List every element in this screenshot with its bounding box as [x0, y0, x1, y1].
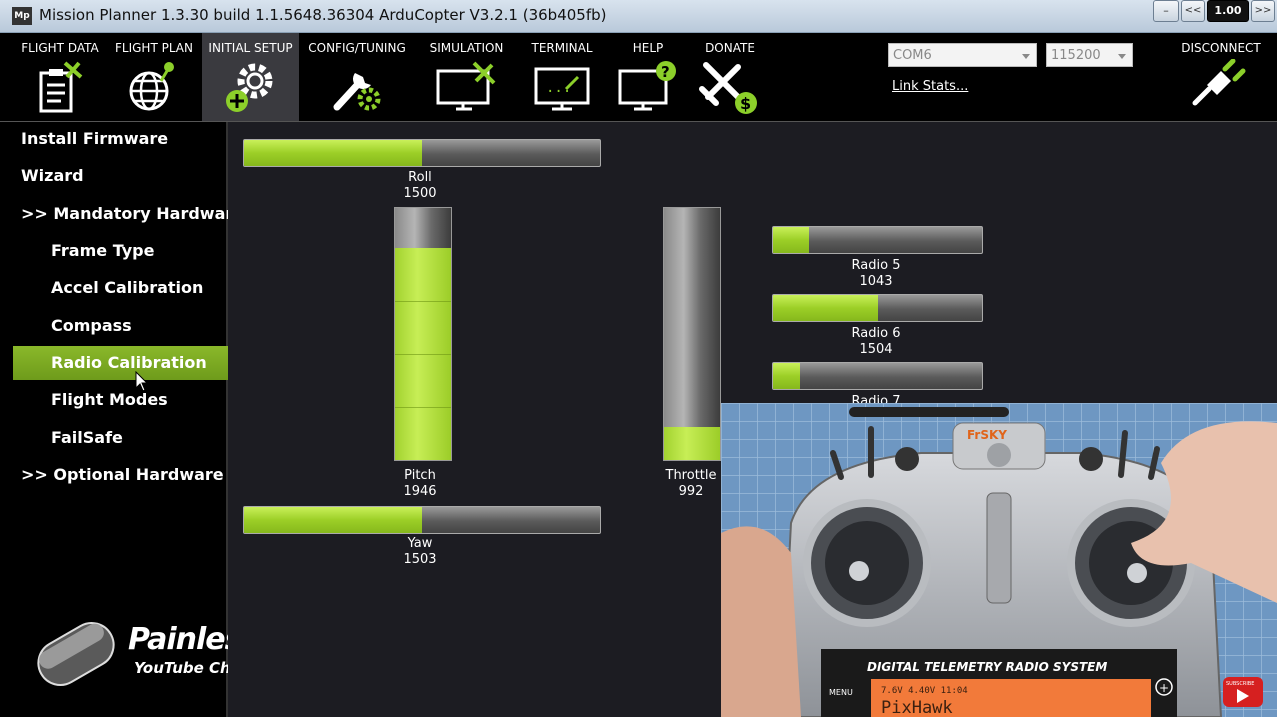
tab-help[interactable]: HELP ?: [608, 33, 688, 121]
transmitter-screen-status: 7.6V 4.40V 11:04: [881, 686, 968, 696]
svg-text:$: $: [740, 94, 751, 113]
monitor-help-icon: ?: [618, 61, 676, 111]
roll-value: 1500: [403, 186, 437, 201]
tab-flight-data[interactable]: FLIGHT DATA: [14, 33, 106, 121]
tab-simulation[interactable]: SIMULATION: [419, 33, 514, 121]
sidebar-item-mandatory-hardware[interactable]: >> Mandatory Hardware: [0, 197, 244, 231]
pitch-value: 1946: [403, 484, 437, 499]
radio6-value: 1504: [859, 342, 893, 357]
pitch-caption: Pitch 1946: [360, 468, 480, 500]
disconnect-label: DISCONNECT: [1181, 41, 1261, 55]
transmitter-video-overlay: FrSKY DIGITAL TELEMETRY RADIO SYSTEM MEN…: [721, 403, 1277, 717]
yaw-bar-fill: [244, 507, 422, 533]
minimize-button[interactable]: –: [1153, 0, 1179, 22]
gear-plus-icon: [225, 63, 272, 112]
window-controls: – << 1.00 >>: [1153, 0, 1275, 24]
chevron-down-icon: [1118, 54, 1126, 59]
chevron-down-icon: [1022, 54, 1030, 59]
plug-icon: [1192, 58, 1246, 106]
transmitter-photo: FrSKY DIGITAL TELEMETRY RADIO SYSTEM MEN…: [721, 403, 1277, 717]
disconnect-button[interactable]: DISCONNECT: [1176, 33, 1266, 112]
tab-simulation-label: SIMULATION: [429, 41, 504, 55]
com-port-value: COM6: [893, 48, 932, 63]
transmitter-screen-model: PixHawk: [881, 698, 953, 717]
roll-caption: Roll 1500: [360, 170, 480, 202]
tab-flight-plan-label: FLIGHT PLAN: [115, 41, 193, 55]
tab-terminal[interactable]: TERMINAL ...: [522, 33, 602, 121]
com-port-select[interactable]: COM6: [888, 43, 1037, 67]
radio5-bar-fill: [773, 227, 809, 253]
pitch-bar: [394, 207, 452, 461]
title-bar: Mp Mission Planner 1.3.30 build 1.1.5648…: [0, 0, 1277, 33]
roll-bar: [243, 139, 601, 167]
radio5-bar: [772, 226, 983, 254]
tab-flight-data-label: FLIGHT DATA: [21, 41, 99, 55]
tab-flight-plan[interactable]: FLIGHT PLAN: [108, 33, 200, 121]
radio5-label: Radio 5: [851, 258, 901, 273]
plane-dollar-icon: $: [699, 62, 757, 114]
clipboard-plane-icon: [39, 61, 83, 113]
svg-text:+: +: [1159, 681, 1169, 695]
tab-config-tuning[interactable]: CONFIG/TUNING: [303, 33, 411, 121]
mission-planner-app-icon: Mp: [12, 7, 32, 25]
tab-help-label: HELP: [632, 41, 664, 55]
tab-config-tuning-label: CONFIG/TUNING: [308, 41, 406, 55]
yaw-bar: [243, 506, 601, 534]
throttle-bar: [663, 207, 721, 461]
tab-initial-setup[interactable]: INITIAL SETUP: [202, 33, 299, 121]
tab-donate-label: DONATE: [705, 41, 755, 55]
link-stats-link[interactable]: Link Stats...: [892, 79, 968, 94]
monitor-terminal-icon: ...: [534, 67, 590, 111]
throttle-bar-fill: [664, 427, 720, 460]
yaw-label: Yaw: [407, 536, 433, 551]
painless360-logo: [37, 622, 115, 686]
baud-rate-select[interactable]: 115200: [1046, 43, 1133, 67]
monitor-plane-icon: [436, 61, 495, 111]
pitch-bar-fill: [395, 248, 451, 460]
globe-pin-icon: [129, 62, 174, 111]
radio5-value: 1043: [859, 274, 893, 289]
window-title: Mission Planner 1.3.30 build 1.1.5648.36…: [39, 6, 607, 24]
svg-text:?: ?: [661, 63, 670, 81]
radio6-bar-fill: [773, 295, 878, 321]
transmitter-menu-label: MENU: [829, 688, 853, 697]
baud-rate-value: 115200: [1051, 48, 1101, 63]
subscribe-label: SUBSCRIBE: [1226, 681, 1254, 687]
tab-terminal-label: TERMINAL: [531, 41, 593, 55]
tab-donate[interactable]: DONATE $: [692, 33, 768, 121]
wrench-gear-icon: [333, 73, 381, 111]
sidebar-item-install-firmware[interactable]: Install Firmware: [0, 122, 226, 156]
mouse-cursor-icon: [135, 371, 149, 392]
radio6-bar: [772, 294, 983, 322]
yaw-caption: Yaw 1503: [360, 536, 480, 568]
radio7-bar-fill: [773, 363, 801, 389]
transmitter-brand: FrSKY: [967, 428, 1007, 442]
yaw-value: 1503: [403, 552, 437, 567]
sidebar-item-wizard[interactable]: Wizard: [0, 159, 226, 193]
radio7-bar: [772, 362, 983, 390]
roll-label: Roll: [408, 170, 432, 185]
pitch-label: Pitch: [404, 468, 436, 483]
roll-bar-fill: [244, 140, 422, 166]
sidebar-item-failsafe[interactable]: FailSafe: [0, 421, 226, 455]
radio6-caption: Radio 6 1504: [816, 326, 936, 358]
tab-initial-setup-label: INITIAL SETUP: [208, 41, 293, 55]
transmitter-banner: DIGITAL TELEMETRY RADIO SYSTEM: [867, 660, 1107, 674]
sidebar-item-frame-type[interactable]: Frame Type: [0, 234, 226, 268]
radio5-caption: Radio 5 1043: [816, 258, 936, 290]
zoom-level: 1.00: [1207, 0, 1249, 22]
radio6-label: Radio 6: [851, 326, 901, 341]
sidebar-item-compass[interactable]: Compass: [0, 309, 226, 343]
main-menu: FLIGHT DATA FLIGHT PLAN INITIAL SETUP CO…: [0, 33, 1277, 122]
zoom-back-button[interactable]: <<: [1181, 0, 1205, 22]
sidebar-item-accel-calibration[interactable]: Accel Calibration: [0, 271, 226, 305]
zoom-forward-button[interactable]: >>: [1251, 0, 1275, 22]
sidebar-item-flight-modes[interactable]: Flight Modes: [0, 383, 226, 417]
sidebar-item-optional-hardware[interactable]: >> Optional Hardware: [0, 458, 226, 492]
